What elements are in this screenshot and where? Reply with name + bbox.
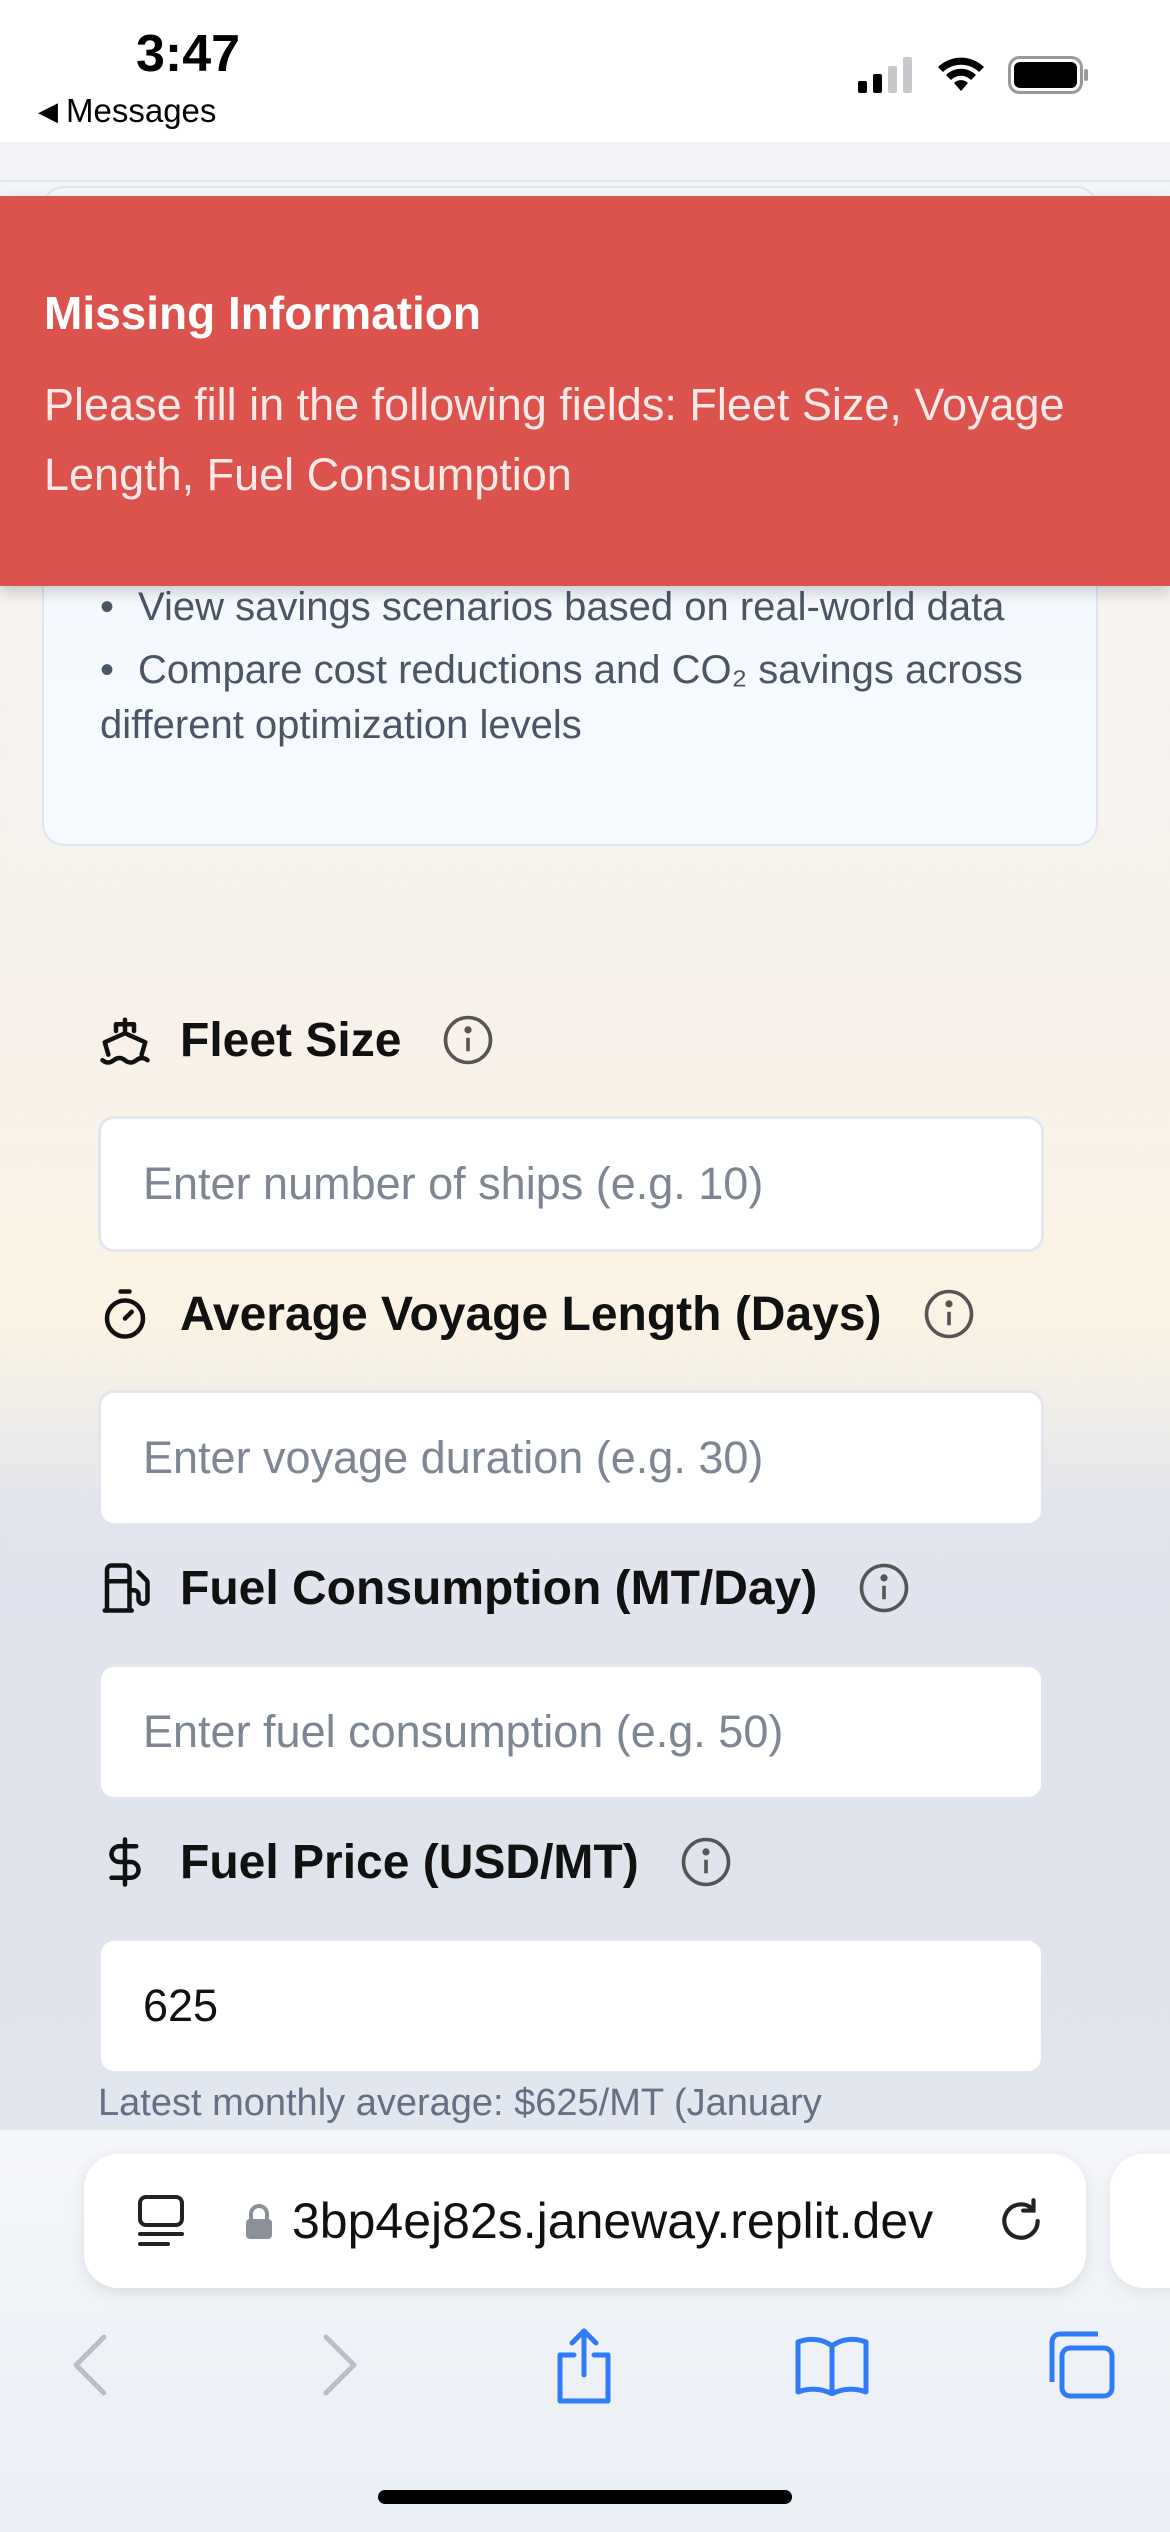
- reader-mode-icon[interactable]: [136, 2194, 186, 2248]
- missing-info-toast[interactable]: Missing Information Please fill in the f…: [0, 196, 1170, 586]
- page-top-strip: [0, 142, 1170, 182]
- share-button[interactable]: [548, 2320, 620, 2410]
- status-icons: [858, 56, 1090, 94]
- fuel-consumption-label: Fuel Consumption (MT/Day): [180, 1561, 818, 1615]
- book-icon: [795, 2336, 869, 2396]
- info-icon[interactable]: [441, 1013, 495, 1067]
- reload-icon[interactable]: [996, 2196, 1046, 2246]
- fuel-price-label: Fuel Price (USD/MT): [180, 1835, 639, 1889]
- fuel-consumption-field: Fuel Consumption (MT/Day) Enter fuel con…: [98, 1556, 1044, 1800]
- tabs-button[interactable]: [1042, 2320, 1118, 2410]
- share-icon: [557, 2328, 611, 2404]
- url-text[interactable]: 3bp4ej82s.janeway.replit.dev: [292, 2192, 933, 2250]
- forward-button[interactable]: [310, 2320, 370, 2410]
- toast-title: Missing Information: [44, 287, 481, 339]
- chevron-left-icon: [73, 2334, 107, 2396]
- browser-nav-row: [0, 2320, 1170, 2410]
- chevron-right-icon: [323, 2334, 357, 2396]
- voyage-length-field: Average Voyage Length (Days) Enter voyag…: [98, 1282, 1044, 1526]
- dollar-icon: [98, 1835, 152, 1889]
- battery-icon: [1008, 56, 1088, 94]
- fleet-size-input[interactable]: Enter number of ships (e.g. 10): [98, 1116, 1044, 1252]
- status-bar: 3:47 ◀ Messages: [0, 0, 1170, 142]
- fuel-pump-icon: [98, 1561, 152, 1615]
- fleet-size-label: Fleet Size: [180, 1013, 402, 1067]
- info-icon[interactable]: [857, 1561, 911, 1615]
- wifi-icon: [938, 57, 984, 91]
- fleet-size-field: Fleet Size Enter number of ships (e.g. 1…: [98, 1008, 1044, 1252]
- status-time: 3:47: [136, 25, 241, 83]
- toast-message: Please fill in the following fields: Fle…: [44, 379, 1065, 500]
- back-button[interactable]: [60, 2320, 120, 2410]
- fuel-price-input[interactable]: 625: [98, 1938, 1044, 2074]
- lock-icon: [246, 2204, 272, 2239]
- fuel-consumption-input[interactable]: Enter fuel consumption (e.g. 50): [98, 1664, 1044, 1800]
- voyage-length-input[interactable]: Enter voyage duration (e.g. 30): [98, 1390, 1044, 1526]
- next-tab-preview[interactable]: [1110, 2154, 1170, 2288]
- fuel-price-field: Fuel Price (USD/MT) 625: [98, 1830, 1044, 2074]
- tabs-icon: [1049, 2331, 1115, 2399]
- voyage-length-label: Average Voyage Length (Days): [180, 1287, 882, 1341]
- info-icon[interactable]: [922, 1287, 976, 1341]
- bookmarks-button[interactable]: [792, 2320, 872, 2410]
- back-to-messages[interactable]: ◀ Messages: [38, 92, 216, 130]
- info-bullet-list: • View savings scenarios based on real-wo…: [100, 580, 1080, 761]
- back-app-label: Messages: [66, 92, 217, 129]
- list-item: • View savings scenarios based on real-wo…: [100, 585, 1005, 629]
- list-item: • Compare cost reductions and CO₂ savings…: [100, 648, 1023, 747]
- ship-icon: [98, 1013, 152, 1067]
- timer-icon: [98, 1287, 152, 1341]
- back-triangle-icon: ◀: [38, 95, 58, 126]
- home-indicator[interactable]: [378, 2490, 792, 2504]
- info-icon[interactable]: [679, 1835, 733, 1889]
- cellular-signal-icon: [858, 57, 912, 93]
- fuel-price-hint: Latest monthly average: $625/MT (January: [98, 2082, 822, 2124]
